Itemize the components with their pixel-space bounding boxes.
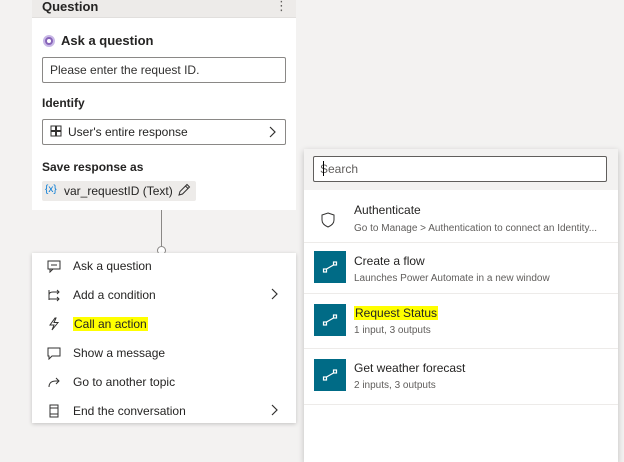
identify-label: Identify — [42, 96, 85, 110]
text-cursor — [323, 161, 324, 176]
menu-item-label: Ask a question — [73, 259, 152, 273]
flow-icon — [314, 304, 346, 336]
identify-value: User's entire response — [68, 125, 188, 139]
action-title: Authenticate — [354, 203, 421, 217]
shield-icon — [321, 212, 335, 228]
highlighted-text: Call an action — [73, 317, 148, 331]
flow-icon — [314, 251, 346, 283]
menu-item-go-to-topic[interactable]: Go to another topic — [32, 369, 296, 397]
flow-glyph-icon — [322, 369, 338, 381]
end-icon — [49, 404, 59, 418]
menu-item-label: Add a condition — [73, 288, 156, 302]
highlighted-text: Request Status — [354, 306, 439, 320]
edit-pencil-icon[interactable] — [177, 183, 191, 197]
action-picker-panel: Authenticate Go to Manage > Authenticati… — [304, 149, 618, 462]
ask-question-icon — [43, 35, 55, 47]
more-options-icon[interactable]: ⋮ — [275, 0, 288, 14]
menu-item-show-message[interactable]: Show a message — [32, 340, 296, 368]
menu-item-label: End the conversation — [73, 404, 186, 418]
chevron-right-icon — [271, 404, 278, 416]
action-subtitle: 2 inputs, 3 outputs — [354, 380, 436, 391]
search-bar-area — [304, 149, 618, 190]
action-title: Request Status — [354, 306, 439, 320]
action-title: Create a flow — [354, 254, 425, 268]
chat-question-icon — [47, 260, 61, 273]
menu-item-label: Call an action — [73, 317, 148, 331]
menu-item-call-action[interactable]: Call an action — [32, 311, 296, 339]
menu-item-label: Go to another topic — [73, 375, 176, 389]
menu-item-end-conversation[interactable]: End the conversation — [32, 398, 296, 426]
question-node-card[interactable]: Question ⋮ Ask a question Please enter t… — [32, 0, 296, 210]
flow-icon — [314, 359, 346, 391]
chevron-right-icon — [269, 126, 276, 138]
search-input[interactable] — [320, 160, 590, 177]
variable-name: var_requestID (Text) — [64, 184, 173, 198]
flow-glyph-icon — [322, 261, 338, 273]
entity-grid-icon — [50, 125, 62, 137]
variable-icon: {x} — [45, 184, 57, 195]
ask-question-label: Ask a question — [61, 33, 154, 48]
action-item-weather-forecast[interactable]: Get weather forecast 2 inputs, 3 outputs — [304, 349, 618, 405]
action-item-request-status[interactable]: Request Status 1 input, 3 outputs — [304, 294, 618, 349]
action-subtitle: Launches Power Automate in a new window — [354, 273, 550, 284]
redirect-arrow-icon — [48, 377, 60, 388]
action-title: Get weather forecast — [354, 361, 466, 375]
search-box[interactable] — [313, 156, 607, 182]
action-subtitle: Go to Manage > Authentication to connect… — [354, 223, 598, 234]
add-node-menu: Ask a question Add a condition Call an a… — [32, 253, 296, 423]
node-connector-line — [161, 210, 162, 247]
lightning-icon — [49, 317, 60, 331]
menu-item-ask-question[interactable]: Ask a question — [32, 253, 296, 281]
flow-glyph-icon — [322, 314, 338, 326]
chevron-right-icon — [271, 288, 278, 300]
action-item-authenticate[interactable]: Authenticate Go to Manage > Authenticati… — [304, 190, 618, 243]
question-text-input[interactable]: Please enter the request ID. — [42, 57, 286, 83]
identify-dropdown[interactable]: User's entire response — [42, 119, 286, 145]
menu-item-label: Show a message — [73, 346, 166, 360]
variable-chip[interactable]: {x} var_requestID (Text) — [42, 181, 196, 201]
question-text-value: Please enter the request ID. — [50, 63, 200, 77]
action-subtitle: 1 input, 3 outputs — [354, 325, 431, 336]
save-response-label: Save response as — [42, 160, 144, 174]
menu-item-add-condition[interactable]: Add a condition — [32, 282, 296, 310]
action-item-create-flow[interactable]: Create a flow Launches Power Automate in… — [304, 243, 618, 294]
message-icon — [47, 347, 61, 360]
branch-icon — [48, 289, 60, 302]
question-node-title: Question — [42, 0, 99, 14]
question-node-header: Question ⋮ — [32, 0, 296, 18]
